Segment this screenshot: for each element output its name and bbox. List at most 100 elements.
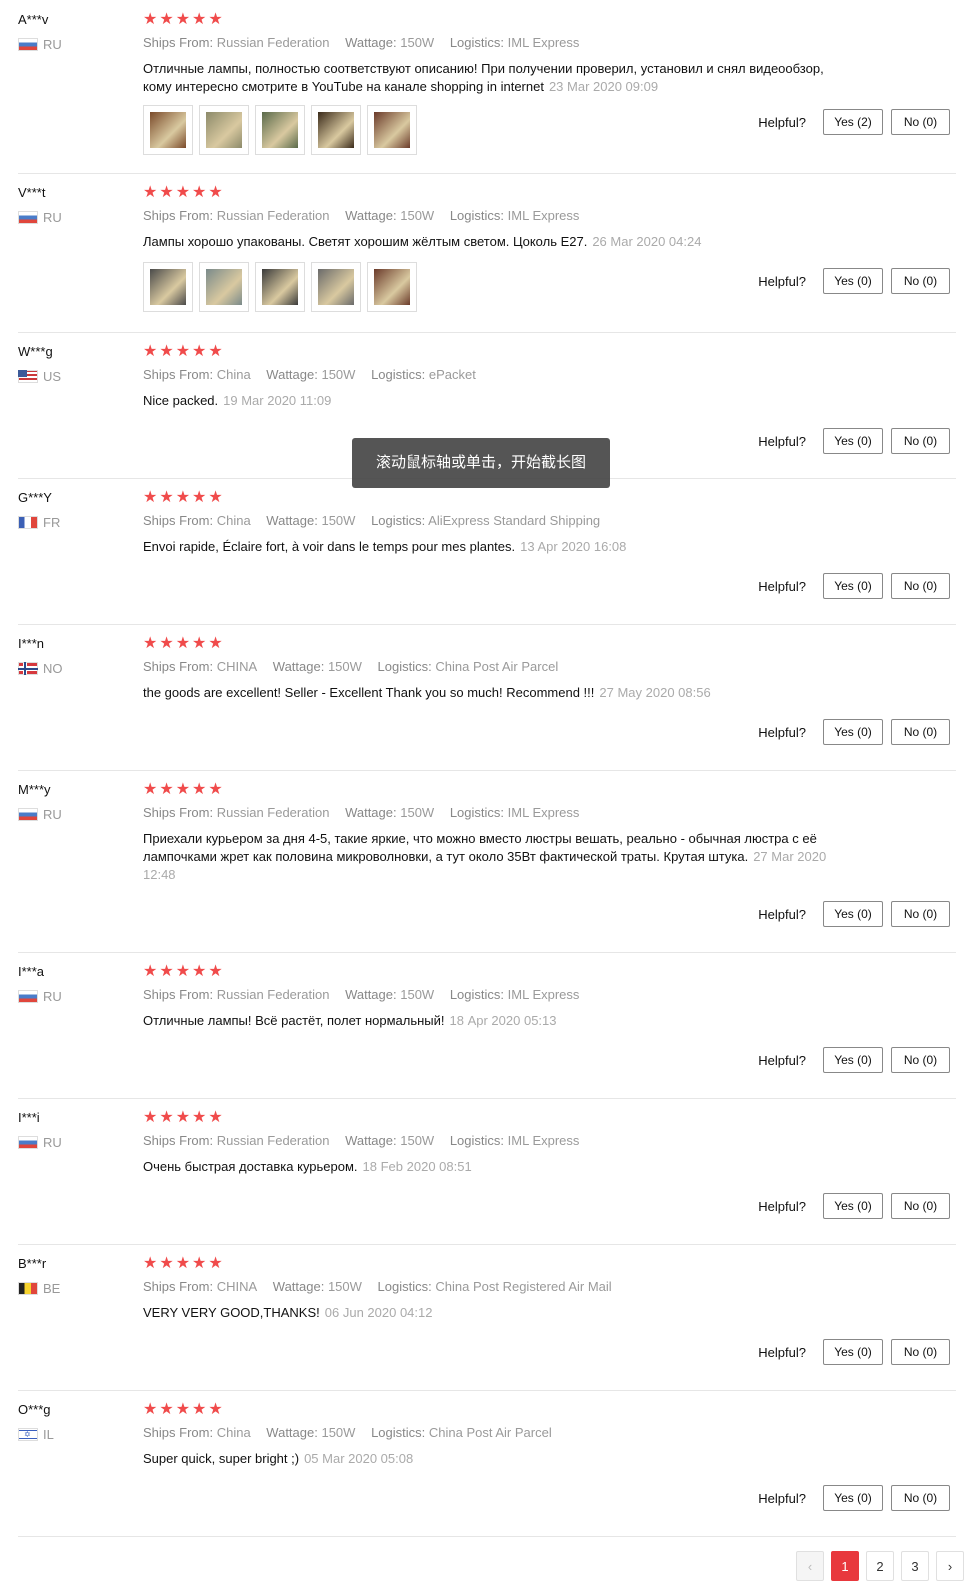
helpful-no-button[interactable]: No (0) <box>891 428 950 454</box>
reviewer-name: M***y <box>18 782 51 797</box>
country-code: RU <box>43 989 62 1004</box>
country-code: RU <box>43 37 62 52</box>
helpful-yes-button[interactable]: Yes (0) <box>823 573 883 599</box>
helpful-vote: Helpful? Yes (0) No (0) <box>758 719 950 745</box>
star-rating: ★★★★★ <box>143 489 225 506</box>
helpful-no-button[interactable]: No (0) <box>891 1339 950 1365</box>
reviewer-country: IL <box>18 1427 128 1442</box>
review-text: the goods are excellent! Seller - Excell… <box>143 684 853 702</box>
helpful-no-button[interactable]: No (0) <box>891 1485 950 1511</box>
review-meta: Ships From: Russian Federation Wattage: … <box>143 35 591 50</box>
logistics-value: China Post Registered Air Mail <box>435 1279 612 1294</box>
review-photo-thumbnail[interactable] <box>143 105 193 155</box>
helpful-no-button[interactable]: No (0) <box>891 1193 950 1219</box>
wattage-value: 150W <box>400 208 435 223</box>
helpful-no-button[interactable]: No (0) <box>891 109 950 135</box>
review-photo-thumbnail[interactable] <box>143 262 193 312</box>
wattage-label: Wattage: <box>345 1133 397 1148</box>
reviewer-name: V***t <box>18 185 46 200</box>
logistics-value: IML Express <box>507 1133 580 1148</box>
reviewer-country: RU <box>18 807 128 822</box>
ships-from-value: China <box>216 1425 251 1440</box>
helpful-vote: Helpful? Yes (0) No (0) <box>758 573 950 599</box>
reviewer-info: O***g IL <box>18 1402 128 1442</box>
logistics-label: Logistics: <box>449 987 505 1002</box>
page-button-1[interactable]: 1 <box>831 1551 859 1581</box>
country-flag-icon <box>18 516 38 529</box>
review-photo-thumbnail[interactable] <box>255 105 305 155</box>
reviewer-country: RU <box>18 1135 128 1150</box>
reviewer-name: I***i <box>18 1110 40 1125</box>
star-rating: ★★★★★ <box>143 1255 225 1272</box>
helpful-yes-button[interactable]: Yes (0) <box>823 1485 883 1511</box>
logistics-label: Logistics: <box>371 367 426 382</box>
helpful-label: Helpful? <box>758 906 806 922</box>
review-meta: Ships From: China Wattage: 150W Logistic… <box>143 367 488 382</box>
review-photo-thumbnail[interactable] <box>199 262 249 312</box>
review-photo-thumbnail[interactable] <box>255 262 305 312</box>
review-photo-thumbnail[interactable] <box>367 262 417 312</box>
review-photos <box>143 105 417 155</box>
logistics-value: China Post Air Parcel <box>435 659 559 674</box>
wattage-label: Wattage: <box>266 513 318 528</box>
next-page-button[interactable]: › <box>936 1551 964 1581</box>
helpful-yes-button[interactable]: Yes (0) <box>823 719 883 745</box>
wattage-value: 150W <box>400 987 435 1002</box>
screenshot-toast: 滚动鼠标轴或单击，开始截长图 <box>352 438 610 488</box>
ships-from-value: Russian Federation <box>216 1133 330 1148</box>
review-body: Отличные лампы! Всё растёт, полет нормал… <box>143 1013 445 1028</box>
reviewer-name: B***r <box>18 1256 47 1271</box>
helpful-yes-button[interactable]: Yes (0) <box>823 1339 883 1365</box>
review-item: A***v RU ★★★★★ Ships From: Russian Feder… <box>18 0 956 174</box>
reviewer-name: I***a <box>18 964 45 979</box>
helpful-no-button[interactable]: No (0) <box>891 1047 950 1073</box>
page-button-2[interactable]: 2 <box>866 1551 894 1581</box>
review-photo-thumbnail[interactable] <box>311 262 361 312</box>
review-photo-thumbnail[interactable] <box>367 105 417 155</box>
ships-from-value: China <box>216 513 251 528</box>
reviewer-info: I***i RU <box>18 1110 128 1150</box>
ships-from-label: Ships From: <box>143 659 214 674</box>
reviewer-info: M***y RU <box>18 782 128 822</box>
helpful-no-button[interactable]: No (0) <box>891 573 950 599</box>
helpful-no-button[interactable]: No (0) <box>891 719 950 745</box>
review-date: 18 Feb 2020 08:51 <box>362 1159 472 1174</box>
review-photo-thumbnail[interactable] <box>199 105 249 155</box>
page-button-3[interactable]: 3 <box>901 1551 929 1581</box>
helpful-yes-button[interactable]: Yes (0) <box>823 428 883 454</box>
helpful-yes-button[interactable]: Yes (0) <box>823 1193 883 1219</box>
review-text: VERY VERY GOOD,THANKS! 06 Jun 2020 04:12 <box>143 1304 853 1322</box>
ships-from-value: Russian Federation <box>216 35 330 50</box>
logistics-label: Logistics: <box>377 1279 432 1294</box>
review-body: Лампы хорошо упакованы. Светят хорошим ж… <box>143 234 588 249</box>
ships-from-label: Ships From: <box>143 1133 214 1148</box>
helpful-no-button[interactable]: No (0) <box>891 268 950 294</box>
reviewer-name: I***n <box>18 636 45 651</box>
reviewer-country: RU <box>18 37 128 52</box>
logistics-label: Logistics: <box>449 805 505 820</box>
review-text: Очень быстрая доставка курьером. 18 Feb 2… <box>143 1158 853 1176</box>
review-date: 05 Mar 2020 05:08 <box>304 1451 414 1466</box>
review-text: Отличные лампы, полностью соответствуют … <box>143 60 853 96</box>
wattage-label: Wattage: <box>272 659 325 674</box>
prev-page-button[interactable]: ‹ <box>796 1551 824 1581</box>
review-body: Приехали курьером за дня 4-5, такие ярки… <box>143 831 817 864</box>
review-meta: Ships From: CHINA Wattage: 150W Logistic… <box>143 659 570 674</box>
helpful-yes-button[interactable]: Yes (2) <box>823 109 883 135</box>
helpful-yes-button[interactable]: Yes (0) <box>823 901 883 927</box>
wattage-label: Wattage: <box>345 35 397 50</box>
review-content: ★★★★★ Ships From: China Wattage: 150W Lo… <box>143 478 863 624</box>
helpful-no-button[interactable]: No (0) <box>891 901 950 927</box>
review-text: Приехали курьером за дня 4-5, такие ярки… <box>143 830 853 884</box>
review-photo-thumbnail[interactable] <box>311 105 361 155</box>
country-code: RU <box>43 210 62 225</box>
helpful-yes-button[interactable]: Yes (0) <box>823 1047 883 1073</box>
logistics-label: Logistics: <box>377 659 432 674</box>
helpful-yes-button[interactable]: Yes (0) <box>823 268 883 294</box>
wattage-label: Wattage: <box>272 1279 325 1294</box>
review-text: Отличные лампы! Всё растёт, полет нормал… <box>143 1012 853 1030</box>
review-meta: Ships From: China Wattage: 150W Logistic… <box>143 1425 564 1440</box>
review-date: 27 May 2020 08:56 <box>599 685 711 700</box>
review-content: ★★★★★ Ships From: CHINA Wattage: 150W Lo… <box>143 1244 863 1390</box>
reviewer-info: I***a RU <box>18 964 128 1004</box>
